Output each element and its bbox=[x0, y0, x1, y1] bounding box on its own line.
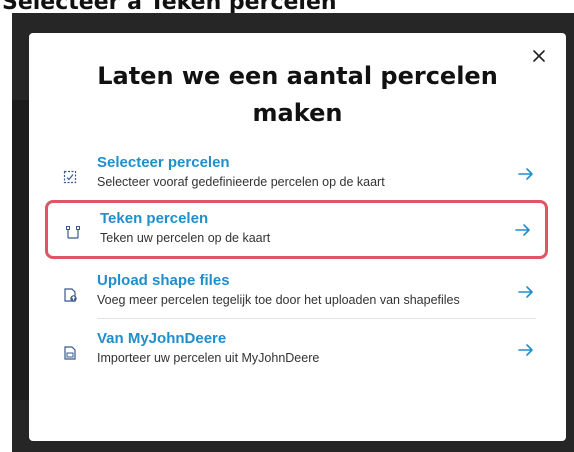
option-myjohndeere[interactable]: Van MyJohnDeere Importeer uw percelen ui… bbox=[45, 323, 548, 376]
option-title: Van MyJohnDeere bbox=[97, 330, 227, 347]
option-title: Teken percelen bbox=[100, 210, 209, 227]
arrow-right-icon bbox=[518, 343, 534, 357]
arrow-right-icon bbox=[518, 167, 534, 181]
option-draw-parcels[interactable]: Teken percelen Teken uw percelen op de k… bbox=[45, 200, 548, 259]
import-file-icon bbox=[57, 345, 83, 361]
backdrop-panel bbox=[12, 100, 30, 400]
option-upload-shape-files[interactable]: Upload shape files Voeg meer percelen te… bbox=[45, 265, 548, 318]
upload-file-icon bbox=[57, 287, 83, 303]
option-title: Upload shape files bbox=[97, 272, 230, 289]
create-parcels-dialog: Laten we een aantal percelen maken Selec… bbox=[29, 33, 566, 441]
option-description: Importeer uw percelen uit MyJohnDeere bbox=[97, 351, 320, 365]
arrow-right-icon bbox=[518, 285, 534, 299]
options-list: Selecteer percelen Selecteer vooraf gede… bbox=[45, 147, 548, 376]
divider bbox=[97, 318, 536, 319]
dialog-title: Laten we een aantal percelen maken bbox=[97, 62, 498, 127]
draw-parcel-icon bbox=[60, 225, 86, 241]
select-parcel-icon bbox=[57, 169, 83, 185]
option-title: Selecteer percelen bbox=[97, 154, 230, 171]
option-description: Voeg meer percelen tegelijk toe door het… bbox=[97, 293, 460, 307]
option-description: Teken uw percelen op de kaart bbox=[100, 231, 271, 245]
close-button[interactable] bbox=[526, 43, 552, 69]
arrow-right-icon bbox=[515, 223, 531, 237]
close-icon bbox=[533, 50, 545, 62]
option-description: Selecteer vooraf gedefinieerde percelen … bbox=[97, 175, 385, 189]
option-select-parcels[interactable]: Selecteer percelen Selecteer vooraf gede… bbox=[45, 147, 548, 200]
